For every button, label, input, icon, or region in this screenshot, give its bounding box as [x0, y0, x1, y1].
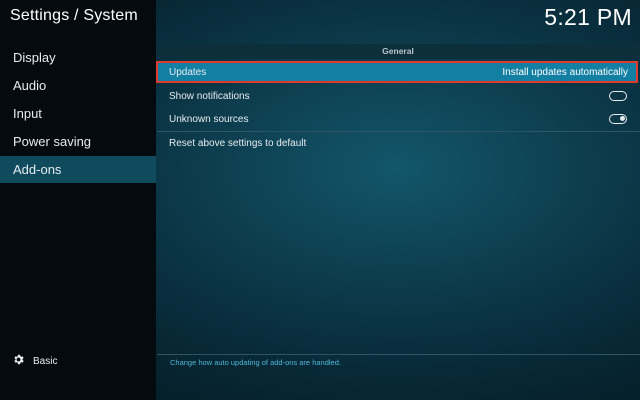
- page-title: Settings / System: [10, 7, 138, 24]
- setting-label: Updates: [169, 66, 207, 78]
- toggle-knob: [619, 116, 625, 122]
- toggle-show-notifications[interactable]: [609, 91, 627, 101]
- setting-label: Unknown sources: [169, 113, 249, 125]
- gear-icon: [12, 353, 33, 369]
- clock: 5:21 PM: [544, 4, 632, 30]
- setting-show-notifications[interactable]: Show notifications: [157, 86, 637, 106]
- settings-screen: Display Audio Input Power saving Add-ons…: [0, 0, 640, 400]
- setting-unknown-sources[interactable]: Unknown sources: [157, 109, 637, 129]
- settings-level-button[interactable]: Basic: [12, 352, 57, 370]
- sidebar-item-input[interactable]: Input: [0, 100, 156, 127]
- sidebar-item-power-saving[interactable]: Power saving: [0, 128, 156, 155]
- setting-value: Install updates automatically: [502, 66, 628, 78]
- sidebar-item-label: Input: [13, 106, 42, 121]
- setting-label: Reset above settings to default: [169, 137, 307, 149]
- sidebar-item-label: Add-ons: [13, 162, 62, 177]
- sidebar-item-add-ons[interactable]: Add-ons: [0, 156, 156, 183]
- section-header-general: General: [156, 44, 640, 59]
- sidebar: Display Audio Input Power saving Add-ons…: [0, 0, 156, 400]
- setting-label: Show notifications: [169, 90, 250, 102]
- sidebar-item-label: Power saving: [13, 134, 92, 149]
- sidebar-item-audio[interactable]: Audio: [0, 72, 156, 99]
- setting-updates[interactable]: Updates Install updates automatically: [156, 61, 638, 83]
- sidebar-item-label: Audio: [13, 78, 47, 93]
- sidebar-item-label: Display: [13, 50, 56, 65]
- toggle-unknown-sources[interactable]: [609, 114, 627, 124]
- divider: [157, 131, 640, 132]
- setting-reset-defaults[interactable]: Reset above settings to default: [157, 133, 637, 153]
- divider: [157, 354, 640, 355]
- setting-description: Change how auto updating of add-ons are …: [170, 358, 341, 367]
- settings-level-label: Basic: [33, 355, 58, 367]
- sidebar-item-display[interactable]: Display: [0, 44, 156, 71]
